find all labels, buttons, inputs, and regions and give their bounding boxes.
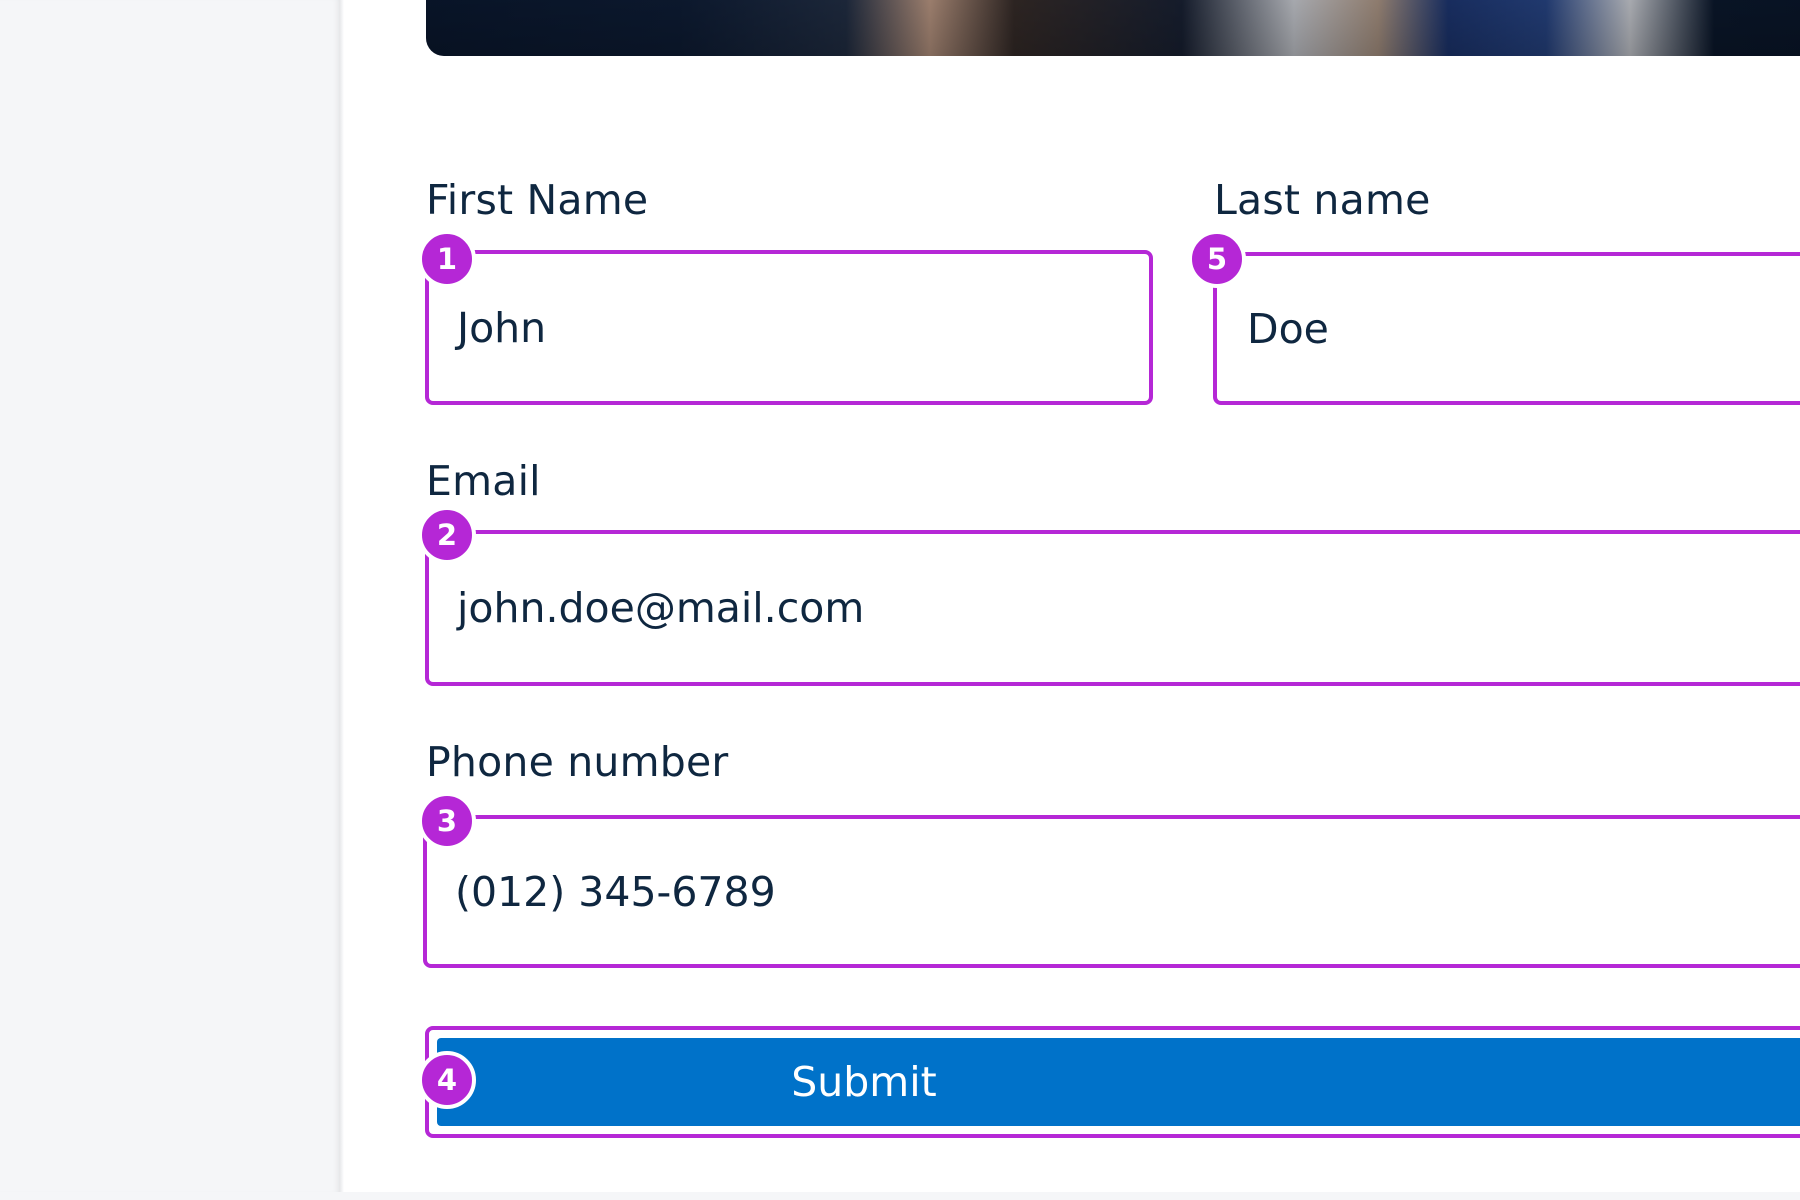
last-name-label: Last name	[1214, 176, 1431, 224]
email-value: john.doe@mail.com	[457, 584, 865, 632]
annotation-badge-2: 2	[418, 506, 476, 564]
annotation-badge-1: 1	[418, 230, 476, 288]
submit-button[interactable]: Submit	[437, 1038, 1800, 1126]
bottom-edge	[0, 1192, 1800, 1200]
last-name-input[interactable]: Doe	[1213, 252, 1800, 405]
first-name-input[interactable]: John	[425, 250, 1153, 405]
email-input[interactable]: john.doe@mail.com	[425, 530, 1800, 686]
side-panel-divider	[340, 0, 344, 1192]
annotation-badge-4: 4	[418, 1051, 476, 1109]
annotation-badge-3: 3	[418, 792, 476, 850]
last-name-value: Doe	[1247, 304, 1329, 353]
phone-label: Phone number	[426, 738, 729, 786]
first-name-value: John	[457, 303, 547, 352]
annotation-badge-5: 5	[1188, 230, 1246, 288]
email-label: Email	[426, 457, 541, 505]
page: First Name John 1 Last name Doe 5 Email …	[0, 0, 1800, 1200]
submit-highlight: Submit	[425, 1026, 1800, 1138]
hero-photo-shade	[426, 0, 1800, 56]
left-side-panel	[0, 0, 340, 1192]
phone-input[interactable]: (012) 345-6789	[423, 815, 1800, 968]
hero-photo	[426, 0, 1800, 56]
first-name-label: First Name	[426, 176, 649, 224]
phone-value: (012) 345-6789	[455, 867, 776, 916]
